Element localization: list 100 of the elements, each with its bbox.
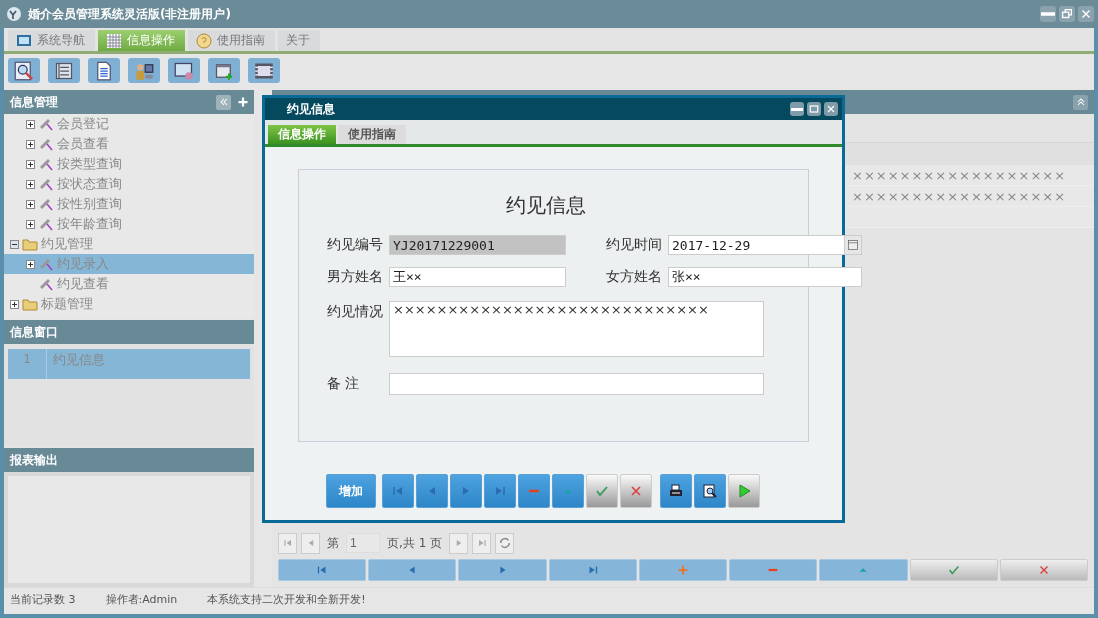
window-list-row[interactable]: 1 约见信息 [8, 349, 250, 379]
tab[interactable]: 信息操作 [268, 125, 336, 144]
panel-title: 信息管理 [10, 93, 59, 111]
expand-box[interactable] [26, 219, 35, 229]
restore-icon [1060, 7, 1074, 21]
wand-icon [38, 156, 54, 172]
text-area[interactable]: ××××××××××××××××××××××××××××× [389, 301, 764, 357]
maximize-button[interactable] [807, 102, 821, 116]
folder-icon [22, 236, 38, 252]
add-window-button[interactable] [208, 58, 240, 83]
tree-label: 按状态查询 [57, 175, 122, 193]
minus-button[interactable] [518, 474, 550, 508]
tree-label: 约见录入 [57, 255, 109, 273]
next-button[interactable] [450, 474, 482, 508]
collapse-button[interactable] [216, 94, 231, 110]
user-computer-button[interactable] [128, 58, 160, 83]
list-button[interactable] [48, 58, 80, 83]
play-icon [736, 483, 752, 499]
page-label: 第 [326, 534, 340, 552]
tree-label: 按年龄查询 [57, 215, 122, 233]
search-icon [14, 60, 34, 81]
calendar-button[interactable] [845, 235, 862, 255]
close-icon [825, 103, 837, 115]
tree-item[interactable]: 按状态查询 [4, 174, 254, 194]
expand-box[interactable] [26, 259, 35, 269]
page-field[interactable]: 1 [346, 533, 380, 553]
tab[interactable]: 使用指南 [188, 30, 275, 51]
tree-item[interactable]: 约见查看 [4, 274, 254, 294]
input-field[interactable] [389, 373, 764, 395]
panel-title: 信息窗口 [10, 323, 59, 341]
search-button[interactable] [8, 58, 40, 83]
expand-box[interactable] [10, 299, 19, 309]
logo-icon [6, 6, 22, 22]
input-field[interactable]: 王×× [389, 267, 566, 287]
restore-button[interactable] [1059, 6, 1075, 22]
previous-button[interactable] [301, 532, 320, 554]
last-button[interactable] [484, 474, 516, 508]
page-total: 页,共 1 页 [386, 534, 444, 552]
wand-icon [38, 216, 54, 232]
tree-label: 按性别查询 [57, 195, 122, 213]
wand-icon [38, 136, 54, 152]
window-button[interactable] [168, 58, 200, 83]
close-button[interactable] [824, 102, 838, 116]
status-text: 本系统支持二次开发和全新开发! [207, 591, 366, 607]
first-button[interactable] [382, 474, 414, 508]
last-button[interactable] [472, 532, 492, 554]
tree-item[interactable]: 会员登记 [4, 114, 254, 134]
expand-box[interactable] [26, 199, 35, 209]
input-field[interactable]: 张×× [668, 267, 862, 287]
status-text: 操作者:Admin [105, 591, 178, 607]
monitor-icon [16, 32, 32, 49]
close-button[interactable] [1078, 6, 1094, 22]
printer-button[interactable] [660, 474, 692, 508]
field-label: 约见编号 [327, 236, 384, 254]
plus-button[interactable] [638, 559, 728, 581]
dialog-title: 约见信息 [287, 100, 336, 118]
refresh-button[interactable] [495, 532, 515, 554]
tree-item[interactable]: 会员查看 [4, 134, 254, 154]
tree-label: 会员登记 [57, 115, 109, 133]
expand-box[interactable] [26, 139, 35, 149]
previous-button[interactable] [416, 474, 448, 508]
grid-icon [106, 32, 122, 49]
expand-box[interactable] [26, 119, 35, 129]
first-button[interactable] [278, 532, 297, 554]
field-label: 女方姓名 [606, 268, 663, 286]
window-icon [174, 60, 194, 81]
refresh-icon [497, 536, 512, 550]
tab[interactable]: 信息操作 [98, 30, 185, 51]
tree-item[interactable]: 约见录入 [4, 254, 254, 274]
tree-item[interactable]: 约见管理 [4, 234, 254, 254]
tree-label: 按类型查询 [57, 155, 122, 173]
wand-icon [38, 276, 54, 292]
expand-box[interactable] [26, 179, 35, 189]
tree-item[interactable]: 标题管理 [4, 294, 254, 314]
collapse-box[interactable] [10, 239, 19, 249]
maximize-icon [808, 103, 820, 115]
folder-icon [22, 296, 38, 312]
tab[interactable]: 系统导航 [8, 30, 95, 51]
tab[interactable]: 关于 [278, 30, 320, 51]
tree-item[interactable]: 按性别查询 [4, 194, 254, 214]
tab[interactable]: 使用指南 [338, 125, 406, 144]
expand-box[interactable] [26, 159, 35, 169]
date-field[interactable]: 2017-12-29 [668, 235, 845, 255]
minimize-button[interactable] [790, 102, 804, 116]
wand-icon [38, 116, 54, 132]
calendar-icon [847, 239, 859, 251]
add-button[interactable]: 增加 [326, 474, 376, 508]
tree-item[interactable]: 按年龄查询 [4, 214, 254, 234]
preview-button[interactable] [694, 474, 726, 508]
tree-item[interactable]: 按类型查询 [4, 154, 254, 174]
tree-label: 会员查看 [57, 135, 109, 153]
minimize-button[interactable] [1040, 6, 1056, 22]
window-title: 婚介会员管理系统灵活版(非注册用户) [28, 5, 232, 23]
table-cell: ×××××××××××××××××× [852, 188, 1067, 204]
next-button[interactable] [449, 532, 469, 554]
collapse-button[interactable] [1073, 94, 1088, 110]
film-button[interactable] [248, 58, 280, 83]
tree-label: 标题管理 [41, 295, 93, 313]
field-label: 男方姓名 [327, 268, 384, 286]
document-button[interactable] [88, 58, 120, 83]
